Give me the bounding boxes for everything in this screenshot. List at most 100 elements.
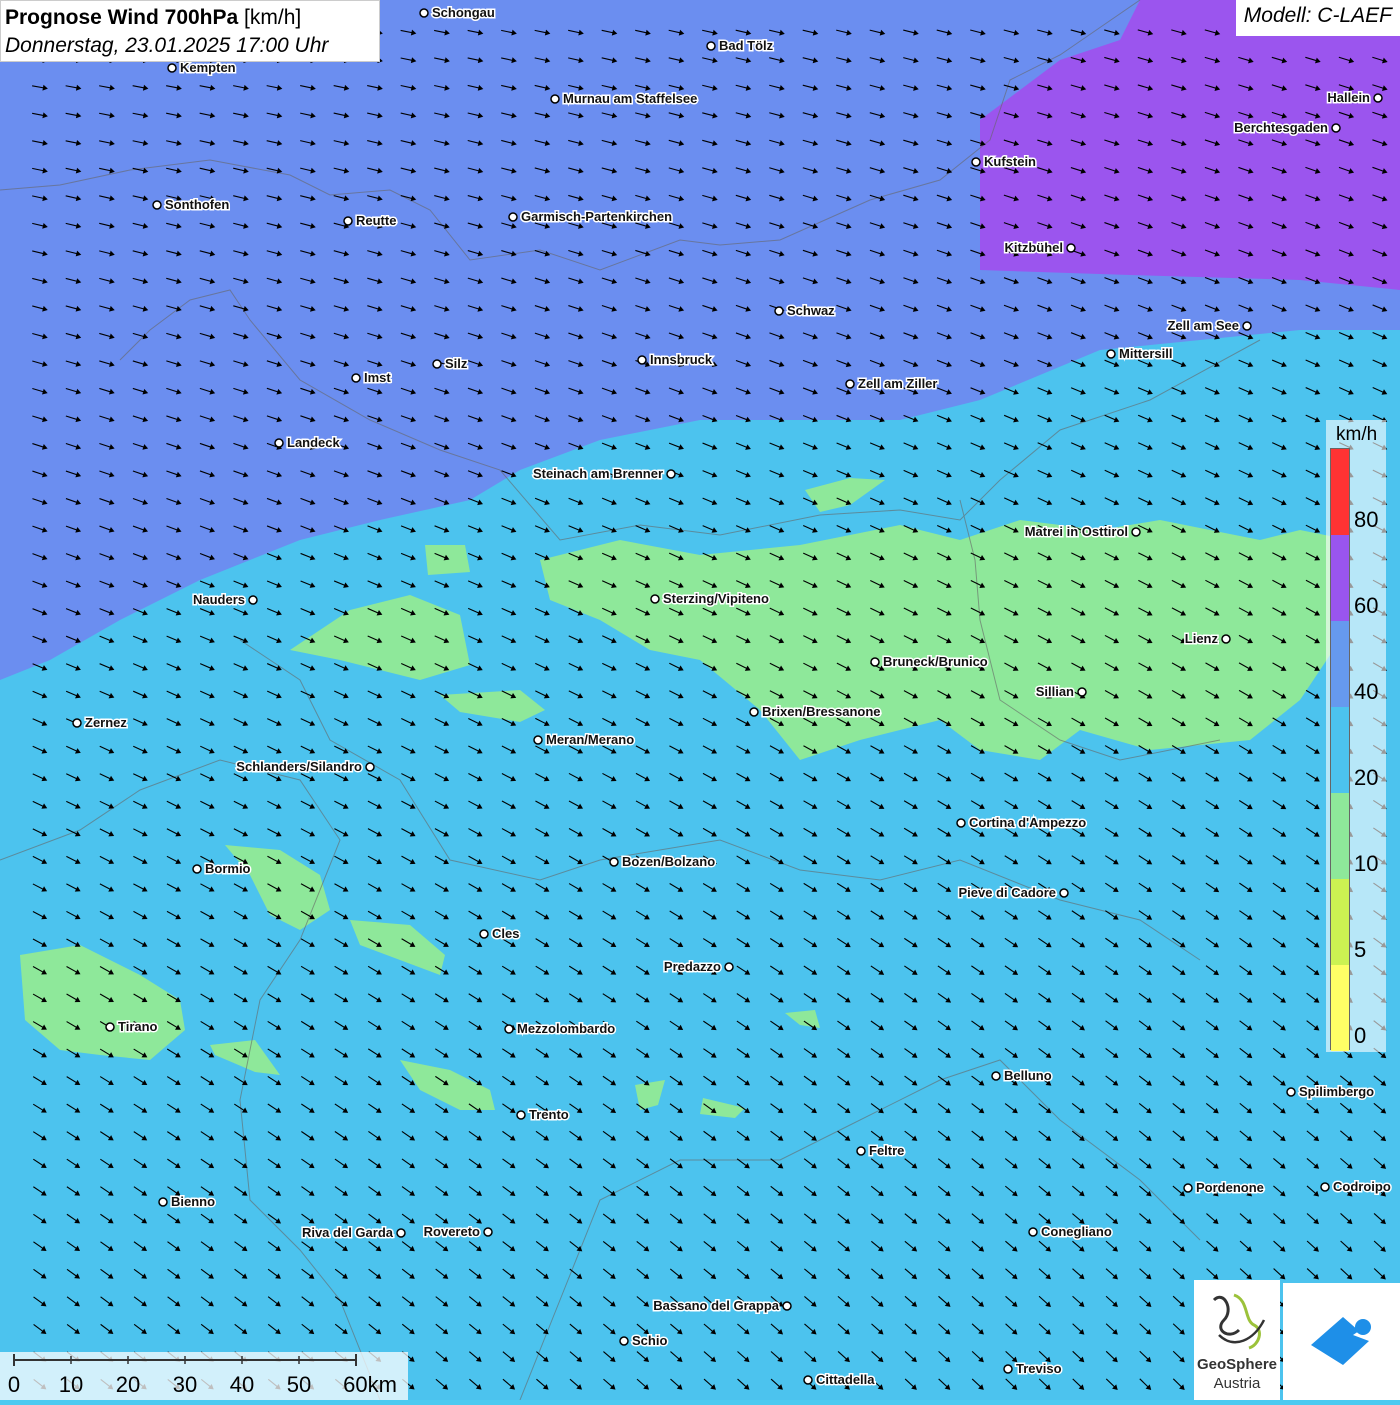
city-label: Hallein [1327,90,1370,105]
legend-tick: 0 [1354,1023,1367,1048]
city-label: Sonthofen [165,197,229,212]
city-label: Zell am See [1167,318,1239,333]
scale-label: 20 [115,1372,141,1397]
city-label: Zernez [85,715,127,730]
city-marker[interactable]: Conegliano [1028,1223,1113,1241]
city-label: Nauders [193,592,245,607]
mountain-logo-icon [1311,1317,1371,1365]
city-label: Pieve di Cadore [958,885,1056,900]
city-marker[interactable]: Riva del Garda [300,1224,406,1242]
city-marker[interactable]: Zell am See [1166,317,1252,335]
city-label: Bormio [205,861,251,876]
scale-bar: 0 10 20 30 40 50 60km [0,1352,408,1400]
city-dot-icon [343,216,353,226]
legend-segment [1331,449,1349,535]
city-marker[interactable]: Innsbruck [637,351,714,369]
city-label: Brixen/Bressanone [762,704,881,719]
geosphere-emblem-icon [1212,1293,1266,1350]
legend-tick: 5 [1354,937,1367,962]
city-marker[interactable]: Pieve di Cadore [957,884,1069,902]
city-marker[interactable]: Cortina d'Ampezzo [956,814,1088,832]
legend-segment [1331,965,1349,1051]
city-marker[interactable]: Zell am Ziller [845,375,939,393]
scale-label: 50 [286,1372,312,1397]
city-marker[interactable]: Murnau am Staffelsee [550,90,699,108]
city-dot-icon [351,373,361,383]
city-dot-icon [1242,321,1252,331]
city-label: Kempten [180,60,236,75]
city-marker[interactable]: Bozen/Bolzano [609,853,717,871]
city-marker[interactable]: Schongau [419,4,496,22]
austria-logo-text: Austria [1213,1375,1261,1392]
city-label: Kitzbühel [1005,240,1064,255]
city-label: Belluno [1004,1068,1052,1083]
title-unit: [km/h] [244,6,302,29]
city-marker[interactable]: Spilimbergo [1286,1083,1376,1101]
city-marker[interactable]: Berchtesgaden [1233,119,1341,137]
legend-tick: 60 [1354,593,1379,618]
city-dot-icon [619,1336,629,1346]
city-label: Berchtesgaden [1234,120,1328,135]
city-marker[interactable]: Sonthofen [152,196,231,214]
city-dot-icon [158,1197,168,1207]
map-title: Prognose Wind 700hPa [km/h] [5,4,375,32]
city-dot-icon [856,1146,866,1156]
wind-map[interactable]: Schongau Bad Tölz Kempten Murnau am Staffel… [0,0,1400,1400]
city-dot-icon [504,1024,514,1034]
city-dot-icon [870,657,880,667]
city-marker[interactable]: Meran/Merano [533,731,636,749]
city-marker[interactable]: Garmisch-Partenkirchen [508,208,674,226]
city-dot-icon [248,595,258,605]
city-label: Treviso [1016,1361,1062,1376]
city-marker[interactable]: Matrei in Osttirol [1023,523,1141,541]
city-label: Codroipo [1333,1179,1391,1194]
scale-label: 40 [229,1372,255,1397]
city-dot-icon [666,469,676,479]
scale-label: 60km [343,1372,397,1397]
city-label: Zell am Ziller [858,376,937,391]
city-dot-icon [1106,349,1116,359]
city-label: Schio [632,1333,667,1348]
city-dot-icon [105,1022,115,1032]
city-dot-icon [956,818,966,828]
geosphere-austria-logo[interactable]: GeoSphere Austria [1194,1280,1280,1400]
city-dot-icon [724,962,734,972]
city-label: Silz [445,356,468,371]
city-dot-icon [550,94,560,104]
city-dot-icon [396,1228,406,1238]
city-dot-icon [803,1375,813,1385]
city-label: Landeck [287,435,341,450]
city-dot-icon [991,1071,1001,1081]
city-dot-icon [533,735,543,745]
city-marker[interactable]: Brixen/Bressanone [749,703,882,721]
legend-color-bar [1330,448,1350,1051]
city-dot-icon [1066,243,1076,253]
city-marker[interactable]: Pordenone [1183,1179,1265,1197]
city-marker[interactable]: Schlanders/Silandro [235,758,375,776]
city-dot-icon [1003,1364,1013,1374]
legend-tick: 20 [1354,765,1379,790]
city-label: Matrei in Osttirol [1025,524,1128,539]
city-label: Kufstein [984,154,1036,169]
city-dot-icon [1183,1183,1193,1193]
city-label: Mezzolombardo [517,1021,615,1036]
city-label: Lienz [1185,631,1219,646]
city-dot-icon [483,1227,493,1237]
scale-label: 30 [172,1372,198,1397]
partner-logo[interactable] [1283,1283,1400,1400]
city-marker[interactable]: Bassano del Grappa [652,1297,792,1315]
city-label: Conegliano [1041,1224,1112,1239]
city-label: Pordenone [1196,1180,1264,1195]
city-dot-icon [774,306,784,316]
legend-tick: 80 [1354,507,1379,532]
city-marker[interactable]: Sterzing/Vipiteno [650,590,770,608]
city-marker[interactable]: Steinach am Brenner [531,465,676,483]
city-label: Steinach am Brenner [533,466,663,481]
city-dot-icon [192,864,202,874]
city-label: Bienno [171,1194,215,1209]
city-marker[interactable]: Mezzolombardo [504,1020,617,1038]
city-label: Bozen/Bolzano [622,854,715,869]
scale-label: 10 [58,1372,84,1397]
city-marker[interactable]: Bruneck/Brunico [870,653,989,671]
legend-tick: 10 [1354,851,1379,876]
